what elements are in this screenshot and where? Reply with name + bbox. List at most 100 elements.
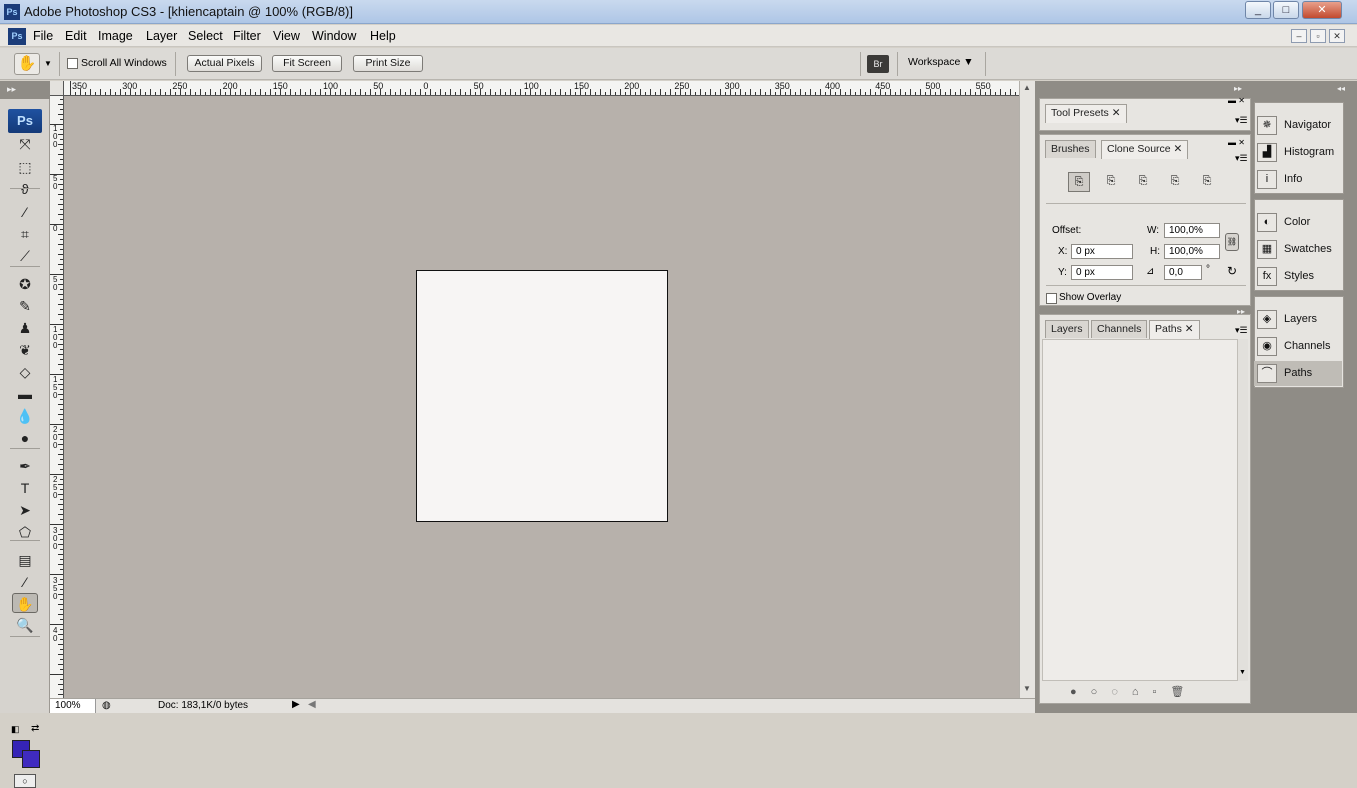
clone-stamp-tool-icon[interactable]: ♟ <box>12 318 38 338</box>
lasso-tool-icon[interactable]: ϑ <box>12 179 38 199</box>
doc-restore-button[interactable]: ▫ <box>1310 29 1326 43</box>
tab-channels[interactable]: Channels <box>1091 320 1148 338</box>
eyedropper-tool-icon[interactable]: ⁄ <box>12 572 38 592</box>
tab-clone-source[interactable]: Clone Source ✕ <box>1101 140 1189 159</box>
ruler-origin[interactable] <box>50 81 64 96</box>
menu-edit[interactable]: Edit <box>65 29 87 43</box>
default-colors-icon[interactable]: ◧ <box>11 724 20 735</box>
brush-tool-icon[interactable]: ✎ <box>12 296 38 316</box>
dock-button-styles[interactable]: fx Styles <box>1254 264 1342 289</box>
menu-window[interactable]: Window <box>312 29 356 43</box>
panel-menu-icon[interactable]: ▾☰ <box>1235 153 1248 164</box>
scroll-down-icon[interactable]: ▼ <box>1239 669 1246 676</box>
clone-source-1-icon[interactable]: ⎘ <box>1068 172 1090 192</box>
delete-path-icon[interactable]: 🗑 <box>1170 686 1198 698</box>
menu-filter[interactable]: Filter <box>233 29 261 43</box>
quick-mask-icon[interactable]: ○ <box>14 774 36 788</box>
app-menu-icon[interactable]: Ps <box>8 28 26 45</box>
reset-transform-icon[interactable]: ↻ <box>1227 264 1237 278</box>
menu-help[interactable]: Help <box>370 29 396 43</box>
close-tab-icon[interactable]: ✕ <box>1174 143 1183 155</box>
dock-button-swatches[interactable]: ▦ Swatches <box>1254 237 1342 262</box>
load-selection-icon[interactable]: ◌ <box>1111 686 1132 698</box>
toolbox-collapse-icon[interactable]: ▸▸ <box>0 81 50 99</box>
close-tab-icon[interactable]: ✕ <box>1185 323 1194 335</box>
dock-button-color[interactable]: ◐ Color <box>1254 210 1342 235</box>
scroll-down-icon[interactable]: ▼ <box>1023 684 1031 693</box>
y-offset-field[interactable]: 0 px <box>1071 265 1133 280</box>
dock-expand-icon[interactable]: ◂◂ <box>1255 81 1351 97</box>
horizontal-ruler[interactable]: 350 300 250 200 150 100 50 0 50 100 150 200 250 300 35… <box>64 81 1019 96</box>
swap-colors-icon[interactable]: ⇄ <box>31 723 39 734</box>
tab-paths[interactable]: Paths ✕ <box>1149 320 1200 339</box>
height-field[interactable]: 100,0% <box>1164 244 1220 259</box>
minimize-button[interactable]: _ <box>1245 1 1271 19</box>
tab-brushes[interactable]: Brushes <box>1045 140 1096 158</box>
blur-tool-icon[interactable]: 💧 <box>12 406 38 426</box>
actual-pixels-button[interactable]: Actual Pixels <box>187 55 262 72</box>
tab-layers[interactable]: Layers <box>1045 320 1089 338</box>
document-canvas[interactable] <box>416 270 668 522</box>
menu-view[interactable]: View <box>273 29 300 43</box>
close-tab-icon[interactable]: ✕ <box>1112 107 1121 119</box>
doc-minimize-button[interactable]: – <box>1291 29 1307 43</box>
gradient-tool-icon[interactable]: ▬ <box>12 384 38 404</box>
background-color-swatch[interactable] <box>22 750 40 768</box>
angle-field[interactable]: 0,0 <box>1164 265 1202 280</box>
stroke-path-icon[interactable]: ○ <box>1091 686 1112 698</box>
new-path-icon[interactable]: ▫ <box>1153 686 1171 698</box>
menu-image[interactable]: Image <box>98 29 133 43</box>
doc-close-button[interactable]: ✕ <box>1329 29 1345 43</box>
dock-button-channels[interactable]: ◉ Channels <box>1254 334 1342 359</box>
paths-list[interactable] <box>1042 339 1238 681</box>
type-tool-icon[interactable]: T <box>12 478 38 498</box>
make-work-path-icon[interactable]: ⌂ <box>1132 686 1153 698</box>
link-icon[interactable]: ⛓ <box>1225 233 1239 251</box>
menu-select[interactable]: Select <box>188 29 223 43</box>
status-options-icon[interactable]: ◍ <box>102 700 111 711</box>
tool-preset-picker[interactable]: ✋ <box>14 53 40 75</box>
healing-brush-tool-icon[interactable]: ✪ <box>12 274 38 294</box>
marquee-tool-icon[interactable]: ⬚ <box>12 157 38 177</box>
zoom-tool-icon[interactable]: 🔍 <box>12 615 38 635</box>
dock-button-histogram[interactable]: ▟ Histogram <box>1254 140 1342 165</box>
width-field[interactable]: 100,0% <box>1164 223 1220 238</box>
x-offset-field[interactable]: 0 px <box>1071 244 1133 259</box>
fill-path-icon[interactable]: ● <box>1070 686 1091 698</box>
pasteboard[interactable] <box>64 96 1019 698</box>
panel-minimize-icon[interactable]: ▬ ✕ <box>1228 138 1245 147</box>
maximize-button[interactable]: □ <box>1273 1 1299 19</box>
dock-button-paths[interactable]: ⌒ Paths <box>1254 361 1342 386</box>
dock-collapse-icon[interactable]: ▸▸ <box>1035 81 1250 97</box>
slice-tool-icon[interactable]: ⟋ <box>12 246 38 266</box>
dodge-tool-icon[interactable]: ● <box>12 428 38 448</box>
ps-badge[interactable]: Ps <box>8 109 42 133</box>
move-tool-icon[interactable]: ⤧ <box>12 134 38 154</box>
show-overlay-checkbox[interactable] <box>1046 293 1057 304</box>
crop-tool-icon[interactable]: ⌗ <box>12 224 38 244</box>
panel-menu-icon[interactable]: ▾☰ <box>1235 325 1248 336</box>
shape-tool-icon[interactable]: ⬠ <box>12 522 38 542</box>
scroll-all-windows-checkbox[interactable] <box>67 58 78 69</box>
vertical-ruler[interactable]: 100 50 0 50 100 150 200 250 300 350 40 <box>50 96 64 698</box>
dock-button-info[interactable]: i Info <box>1254 167 1342 192</box>
vertical-scrollbar[interactable]: ▲ ▼ <box>1019 81 1035 698</box>
eraser-tool-icon[interactable]: ◇ <box>12 362 38 382</box>
panel-menu-icon[interactable]: ▾☰ <box>1235 115 1248 126</box>
dock-button-layers[interactable]: ◈ Layers <box>1254 307 1342 332</box>
magic-wand-tool-icon[interactable]: ⁄ <box>12 202 38 222</box>
history-brush-tool-icon[interactable]: ❦ <box>12 340 38 360</box>
panel-minimize-icon[interactable]: ▬ ✕ <box>1228 96 1245 105</box>
clone-source-3-icon[interactable]: ⎘ <box>1132 172 1154 192</box>
close-button[interactable]: ✕ <box>1302 1 1342 19</box>
workspace-menu[interactable]: Workspace ▼ <box>908 56 974 68</box>
menu-layer[interactable]: Layer <box>146 29 177 43</box>
notes-tool-icon[interactable]: ▤ <box>12 550 38 570</box>
fit-screen-button[interactable]: Fit Screen <box>272 55 342 72</box>
bridge-icon[interactable]: Br <box>867 55 889 73</box>
tab-tool-presets[interactable]: Tool Presets ✕ <box>1045 104 1127 123</box>
zoom-field[interactable]: 100% <box>50 699 96 713</box>
chevron-down-icon[interactable]: ▼ <box>44 59 52 68</box>
clone-source-2-icon[interactable]: ⎘ <box>1100 172 1122 192</box>
print-size-button[interactable]: Print Size <box>353 55 423 72</box>
